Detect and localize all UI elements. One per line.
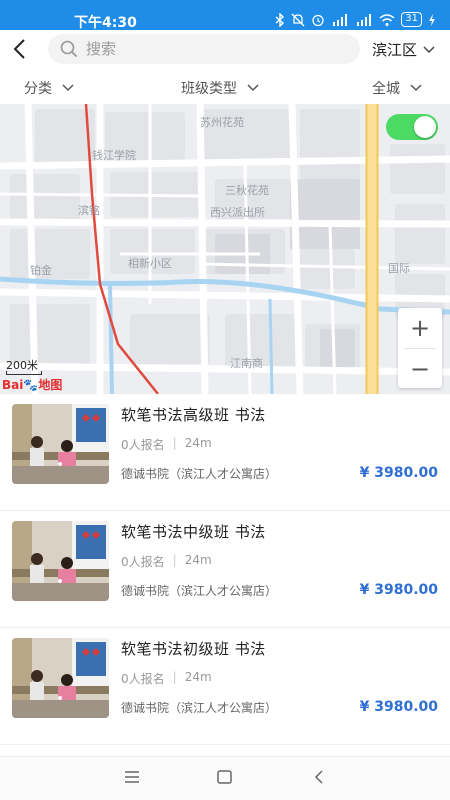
zoom-control: + −: [398, 308, 442, 388]
search-icon: [60, 40, 78, 58]
course-title: 软笔书法初级班 书法: [121, 640, 266, 658]
map-label: 西兴派出所: [210, 205, 265, 219]
search-bar[interactable]: [48, 34, 360, 64]
filter-class-type-label: 班级类型: [181, 81, 237, 97]
course-thumbnail: [12, 638, 109, 718]
toggle-knob: [414, 116, 436, 138]
map-label: 钱江学院: [92, 148, 136, 162]
course-item[interactable]: 软笔书法初级班 书法 0人报名 | 24m 德诚书院（滨江人才公寓店） ¥ 39…: [0, 628, 450, 745]
course-price: ¥ 3980.00: [359, 699, 438, 715]
course-item[interactable]: 软笔书法高级班 书法 0人报名 | 24m 德诚书院（滨江人才公寓店） ¥ 39…: [0, 394, 450, 511]
filter-area-label: 全城: [372, 81, 400, 97]
charging-icon: [429, 13, 435, 26]
back-button[interactable]: [8, 36, 30, 62]
enrolled-count: 0人报名: [121, 672, 165, 686]
course-meta: 0人报名 | 24m: [121, 670, 212, 687]
filter-category[interactable]: 分类: [24, 78, 74, 98]
course-price: ¥ 3980.00: [359, 465, 438, 481]
menu-icon[interactable]: [124, 771, 140, 783]
alarm-icon: [312, 14, 324, 26]
status-time: 下午4:30: [74, 15, 137, 31]
meta-divider: |: [172, 553, 177, 567]
baidu-map-logo: Bai🐾地图: [2, 376, 62, 393]
chevron-left-icon: [13, 39, 25, 59]
map-label: 国际: [388, 262, 410, 275]
map-label: 苏州花苑: [200, 116, 244, 129]
filter-category-label: 分类: [24, 81, 52, 97]
city-label: 滨江区: [372, 41, 418, 59]
mute-bell-icon: [291, 13, 305, 26]
map-label: 滨铭: [78, 203, 100, 217]
course-title: 软笔书法中级班 书法: [121, 523, 266, 541]
map-label: 三秋花苑: [225, 183, 269, 197]
course-thumbnail: [12, 521, 109, 601]
chevron-down-icon: [423, 45, 435, 53]
signal-1-icon: [333, 13, 348, 26]
map-toggle-switch[interactable]: [386, 114, 438, 140]
course-meta: 0人报名 | 24m: [121, 436, 212, 453]
signal-2-icon: [357, 13, 372, 26]
zoom-out-button[interactable]: −: [398, 349, 442, 389]
baidu-logo-text: Bai: [2, 378, 24, 392]
course-meta: 0人报名 | 24m: [121, 553, 212, 570]
meta-divider: |: [172, 436, 177, 450]
filter-bar: 分类 班级类型 全城: [0, 70, 450, 104]
school-name: 德诚书院（滨江人才公寓店）: [121, 584, 278, 598]
course-title: 软笔书法高级班 书法: [121, 406, 266, 424]
back-nav-icon[interactable]: [314, 770, 324, 784]
filter-class-type[interactable]: 班级类型: [181, 78, 259, 98]
baidu-logo-suffix: 地图: [38, 378, 63, 392]
map-label: 相新小区: [128, 256, 172, 270]
distance: 24m: [184, 436, 212, 450]
map-label: 江南商: [230, 356, 263, 370]
system-nav-bar: [0, 756, 450, 800]
enrolled-count: 0人报名: [121, 438, 165, 452]
school-name: 德诚书院（滨江人才公寓店）: [121, 701, 278, 715]
chevron-down-icon: [62, 84, 74, 92]
distance: 24m: [184, 553, 212, 567]
search-input[interactable]: [86, 40, 326, 58]
distance: 24m: [184, 670, 212, 684]
search-header: 滨江区: [0, 30, 450, 70]
map-canvas: 苏州花苑 钱江学院 滨铭 三秋花苑 西兴派出所 铂金 相新小区 国际 江南商: [0, 104, 450, 394]
status-icons: 31: [275, 12, 436, 27]
course-item[interactable]: 软笔书法中级班 书法 0人报名 | 24m 德诚书院（滨江人才公寓店） ¥ 39…: [0, 511, 450, 628]
baidu-logo-icon: 🐾: [23, 378, 39, 392]
city-selector[interactable]: 滨江区: [372, 39, 435, 60]
zoom-in-button[interactable]: +: [398, 308, 442, 348]
school-name: 德诚书院（滨江人才公寓店）: [121, 467, 278, 481]
map-scale-bar: [6, 371, 42, 375]
enrolled-count: 0人报名: [121, 555, 165, 569]
chevron-down-icon: [410, 84, 422, 92]
map-view[interactable]: 苏州花苑 钱江学院 滨铭 三秋花苑 西兴派出所 铂金 相新小区 国际 江南商: [0, 104, 450, 394]
map-label: 铂金: [30, 263, 52, 277]
filter-area[interactable]: 全城: [372, 78, 422, 98]
wifi-icon: [379, 13, 395, 26]
battery-indicator: 31: [401, 12, 422, 27]
chevron-down-icon: [247, 84, 259, 92]
bluetooth-icon: [275, 12, 285, 27]
home-icon[interactable]: [217, 770, 232, 784]
course-thumbnail: [12, 404, 109, 484]
course-price: ¥ 3980.00: [359, 582, 438, 598]
meta-divider: |: [172, 670, 177, 684]
